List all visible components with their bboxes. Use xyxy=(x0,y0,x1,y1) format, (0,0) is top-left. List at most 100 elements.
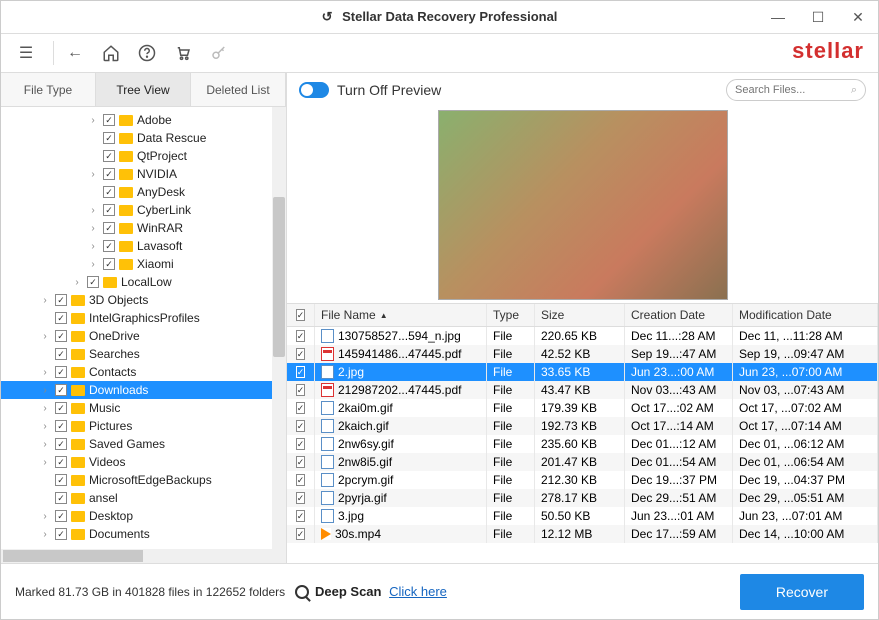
cart-button[interactable] xyxy=(168,38,198,68)
row-checkbox[interactable]: ✓ xyxy=(296,456,306,468)
table-row[interactable]: ✓2nw6sy.gifFile235.60 KBDec 01...:12 AMD… xyxy=(287,435,878,453)
preview-toggle[interactable] xyxy=(299,82,329,98)
chevron-icon[interactable]: › xyxy=(39,295,51,306)
recover-button[interactable]: Recover xyxy=(740,574,864,610)
col-type[interactable]: Type xyxy=(487,304,535,326)
help-button[interactable] xyxy=(132,38,162,68)
tree-item[interactable]: ›✓Adobe xyxy=(1,111,286,129)
chevron-icon[interactable]: › xyxy=(39,385,51,396)
tree-checkbox[interactable]: ✓ xyxy=(55,312,67,324)
row-checkbox[interactable]: ✓ xyxy=(296,384,306,396)
tree-checkbox[interactable]: ✓ xyxy=(55,420,67,432)
tree-item[interactable]: ›✓CyberLink xyxy=(1,201,286,219)
tree-item[interactable]: ✓Searches xyxy=(1,345,286,363)
tree-checkbox[interactable]: ✓ xyxy=(55,456,67,468)
tree-checkbox[interactable]: ✓ xyxy=(103,186,115,198)
menu-icon[interactable]: ☰ xyxy=(11,38,41,68)
select-all-checkbox[interactable]: ✓ xyxy=(296,309,306,321)
minimize-button[interactable]: — xyxy=(758,1,798,33)
tree-checkbox[interactable]: ✓ xyxy=(55,330,67,342)
tree-item[interactable]: ›✓Music xyxy=(1,399,286,417)
tree-checkbox[interactable]: ✓ xyxy=(55,492,67,504)
row-checkbox[interactable]: ✓ xyxy=(296,366,306,378)
tab-file-type[interactable]: File Type xyxy=(1,73,96,106)
chevron-icon[interactable]: › xyxy=(39,511,51,522)
chevron-icon[interactable]: › xyxy=(39,457,51,468)
tree-checkbox[interactable]: ✓ xyxy=(55,366,67,378)
tree-checkbox[interactable]: ✓ xyxy=(55,510,67,522)
row-checkbox[interactable]: ✓ xyxy=(296,510,306,522)
row-checkbox[interactable]: ✓ xyxy=(296,402,306,414)
tree-checkbox[interactable]: ✓ xyxy=(103,258,115,270)
tree-item[interactable]: ›✓Documents xyxy=(1,525,286,543)
row-checkbox[interactable]: ✓ xyxy=(296,348,306,360)
chevron-icon[interactable]: › xyxy=(87,223,99,234)
tree-checkbox[interactable]: ✓ xyxy=(55,528,67,540)
tree-item[interactable]: ✓IntelGraphicsProfiles xyxy=(1,309,286,327)
tree-item[interactable]: ›✓Videos xyxy=(1,453,286,471)
chevron-icon[interactable]: › xyxy=(39,331,51,342)
row-checkbox[interactable]: ✓ xyxy=(296,330,306,342)
chevron-icon[interactable]: › xyxy=(87,205,99,216)
table-row[interactable]: ✓145941486...47445.pdfFile42.52 KBSep 19… xyxy=(287,345,878,363)
table-row[interactable]: ✓2pcrym.gifFile212.30 KBDec 19...:37 PMD… xyxy=(287,471,878,489)
tab-deleted-list[interactable]: Deleted List xyxy=(191,73,286,106)
tree-item[interactable]: ›✓Downloads xyxy=(1,381,286,399)
tree-hscrollbar[interactable] xyxy=(1,549,286,563)
row-checkbox[interactable]: ✓ xyxy=(296,420,306,432)
tree-scrollbar[interactable] xyxy=(272,107,286,549)
row-checkbox[interactable]: ✓ xyxy=(296,474,306,486)
tree-item[interactable]: ›✓Contacts xyxy=(1,363,286,381)
maximize-button[interactable]: ☐ xyxy=(798,1,838,33)
table-row[interactable]: ✓2pyrja.gifFile278.17 KBDec 29...:51 AMD… xyxy=(287,489,878,507)
tree-item[interactable]: ›✓Desktop xyxy=(1,507,286,525)
folder-tree[interactable]: ›✓Adobe✓Data Rescue✓QtProject›✓NVIDIA✓An… xyxy=(1,107,286,549)
tree-item[interactable]: ✓AnyDesk xyxy=(1,183,286,201)
tree-checkbox[interactable]: ✓ xyxy=(55,348,67,360)
table-row[interactable]: ✓2.jpgFile33.65 KBJun 23...:00 AMJun 23,… xyxy=(287,363,878,381)
chevron-icon[interactable]: › xyxy=(39,421,51,432)
tree-item[interactable]: ›✓3D Objects xyxy=(1,291,286,309)
table-row[interactable]: ✓3.jpgFile50.50 KBJun 23...:01 AMJun 23,… xyxy=(287,507,878,525)
table-row[interactable]: ✓2kai0m.gifFile179.39 KBOct 17...:02 AMO… xyxy=(287,399,878,417)
tree-checkbox[interactable]: ✓ xyxy=(87,276,99,288)
chevron-icon[interactable]: › xyxy=(39,367,51,378)
tab-tree-view[interactable]: Tree View xyxy=(96,73,191,106)
tree-checkbox[interactable]: ✓ xyxy=(103,222,115,234)
tree-item[interactable]: ›✓NVIDIA xyxy=(1,165,286,183)
chevron-icon[interactable]: › xyxy=(87,241,99,252)
col-modification-date[interactable]: Modification Date xyxy=(733,304,878,326)
tree-checkbox[interactable]: ✓ xyxy=(55,402,67,414)
tree-item[interactable]: ✓QtProject xyxy=(1,147,286,165)
chevron-icon[interactable]: › xyxy=(39,529,51,540)
row-checkbox[interactable]: ✓ xyxy=(296,492,306,504)
tree-checkbox[interactable]: ✓ xyxy=(103,132,115,144)
chevron-icon[interactable]: › xyxy=(39,439,51,450)
table-row[interactable]: ✓212987202...47445.pdfFile43.47 KBNov 03… xyxy=(287,381,878,399)
tree-checkbox[interactable]: ✓ xyxy=(55,384,67,396)
search-input[interactable] xyxy=(735,84,835,96)
close-button[interactable]: ✕ xyxy=(838,1,878,33)
tree-item[interactable]: ›✓WinRAR xyxy=(1,219,286,237)
home-button[interactable] xyxy=(96,38,126,68)
tree-checkbox[interactable]: ✓ xyxy=(103,204,115,216)
back-button[interactable]: ← xyxy=(60,38,90,68)
chevron-icon[interactable]: › xyxy=(71,277,83,288)
tree-checkbox[interactable]: ✓ xyxy=(103,150,115,162)
tree-item[interactable]: ›✓Pictures xyxy=(1,417,286,435)
chevron-icon[interactable]: › xyxy=(39,403,51,414)
table-row[interactable]: ✓2nw8i5.gifFile201.47 KBDec 01...:54 AMD… xyxy=(287,453,878,471)
chevron-icon[interactable]: › xyxy=(87,169,99,180)
tree-checkbox[interactable]: ✓ xyxy=(103,240,115,252)
col-size[interactable]: Size xyxy=(535,304,625,326)
tree-item[interactable]: ›✓LocalLow xyxy=(1,273,286,291)
tree-item[interactable]: ✓MicrosoftEdgeBackups xyxy=(1,471,286,489)
tree-checkbox[interactable]: ✓ xyxy=(103,114,115,126)
chevron-icon[interactable]: › xyxy=(87,115,99,126)
key-button[interactable] xyxy=(204,38,234,68)
row-checkbox[interactable]: ✓ xyxy=(296,528,306,540)
tree-item[interactable]: ›✓Xiaomi xyxy=(1,255,286,273)
tree-item[interactable]: ›✓Saved Games xyxy=(1,435,286,453)
tree-item[interactable]: ✓ansel xyxy=(1,489,286,507)
chevron-icon[interactable]: › xyxy=(87,259,99,270)
